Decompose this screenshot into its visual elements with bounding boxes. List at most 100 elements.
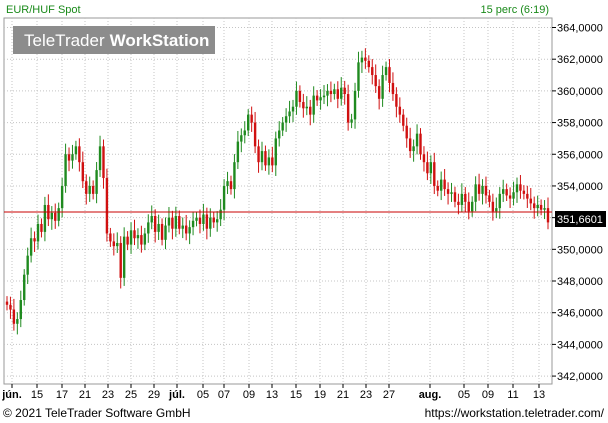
candle-body bbox=[209, 217, 212, 229]
candle-body bbox=[95, 170, 98, 194]
x-tick-label: 15 bbox=[290, 389, 302, 401]
teletrader-logo: TeleTrader WorkStation bbox=[13, 26, 215, 54]
candle-body bbox=[19, 300, 22, 320]
candle-body bbox=[502, 189, 505, 194]
candle-body bbox=[474, 184, 477, 202]
logo-bold-text: WorkStation bbox=[110, 31, 210, 50]
candle-body bbox=[539, 204, 543, 210]
candle-body bbox=[415, 133, 419, 147]
candle-body bbox=[171, 217, 174, 229]
candle-body bbox=[226, 181, 229, 186]
x-tick-label: 29 bbox=[148, 389, 160, 401]
candle-body bbox=[457, 201, 460, 205]
x-tick-label: 21 bbox=[337, 389, 349, 401]
copyright-text: © 2021 TeleTrader Software GmbH bbox=[3, 406, 191, 420]
candle-body bbox=[112, 241, 116, 247]
candle-body bbox=[74, 146, 78, 155]
candle-body bbox=[36, 223, 40, 242]
candle-body bbox=[243, 130, 246, 136]
candle-body bbox=[350, 119, 353, 123]
candle-body bbox=[470, 201, 474, 212]
last-price-tag: 351,6601 bbox=[555, 211, 606, 227]
candle-body bbox=[439, 179, 443, 191]
x-tick-label: 23 bbox=[102, 389, 114, 401]
candle-body bbox=[302, 101, 305, 109]
candle-body bbox=[412, 146, 415, 152]
candle-body bbox=[5, 301, 9, 305]
price-chart: 342,0000 344,0000 346,0000 348,0000 350,0000… bbox=[0, 0, 608, 405]
candle-body bbox=[519, 184, 522, 191]
candle-body bbox=[526, 193, 529, 199]
candle-body bbox=[105, 178, 109, 234]
candle-body bbox=[291, 106, 295, 112]
candle-body bbox=[102, 146, 105, 179]
candle-body bbox=[326, 90, 329, 96]
candle-body bbox=[129, 230, 133, 245]
candle-body bbox=[391, 82, 395, 95]
x-tick-label: aug. bbox=[419, 389, 442, 401]
candle-body bbox=[195, 217, 198, 221]
candle-body bbox=[433, 162, 436, 186]
candle-body bbox=[426, 162, 429, 174]
candle-body bbox=[329, 90, 333, 95]
candle-body bbox=[319, 97, 322, 101]
candle-body bbox=[191, 220, 195, 228]
candle-body bbox=[126, 236, 129, 245]
candle-body bbox=[181, 225, 184, 229]
candle-body bbox=[405, 125, 408, 139]
candle-body bbox=[71, 154, 74, 161]
candle-body bbox=[346, 94, 350, 123]
candle-body bbox=[57, 208, 60, 221]
candle-body bbox=[143, 233, 147, 245]
candle-body bbox=[464, 193, 467, 202]
candle-body bbox=[50, 212, 53, 220]
source-url: https://workstation.teletrader.com/ bbox=[424, 406, 604, 420]
candle-body bbox=[381, 75, 384, 99]
y-tick-label: 346,0000 bbox=[557, 308, 603, 320]
candle-body bbox=[116, 242, 119, 247]
candle-body bbox=[250, 114, 253, 123]
candle-body bbox=[288, 111, 291, 117]
x-tick-label: 05 bbox=[458, 389, 470, 401]
candle-body bbox=[495, 208, 498, 212]
candle-body bbox=[257, 146, 260, 163]
candle-body bbox=[267, 157, 271, 166]
x-tick-label: 17 bbox=[56, 389, 68, 401]
candle-body bbox=[150, 216, 153, 223]
candle bbox=[105, 168, 109, 242]
x-tick-label: 15 bbox=[31, 389, 43, 401]
candle-body bbox=[388, 67, 391, 83]
candle-body bbox=[450, 192, 453, 194]
candle-body bbox=[353, 90, 357, 120]
candle-body bbox=[40, 223, 43, 232]
candle-body bbox=[278, 130, 281, 139]
candle-body bbox=[508, 195, 512, 199]
x-tick-label: 05 bbox=[197, 389, 209, 401]
candle-body bbox=[236, 141, 240, 163]
candle-body bbox=[64, 154, 67, 186]
candle-body bbox=[298, 90, 302, 102]
candle-body bbox=[284, 116, 288, 123]
x-tick-label: 09 bbox=[482, 389, 494, 401]
candle-body bbox=[81, 162, 85, 182]
candle-body bbox=[247, 114, 250, 131]
candle-body bbox=[88, 185, 91, 194]
candle-body bbox=[360, 57, 364, 63]
candle-body bbox=[443, 179, 446, 190]
candle-body bbox=[315, 95, 319, 101]
candle-body bbox=[212, 217, 215, 223]
candle-body bbox=[140, 235, 143, 245]
x-tick-label: 23 bbox=[360, 389, 372, 401]
candle-body bbox=[253, 122, 257, 147]
candle-body bbox=[333, 89, 336, 95]
candle-body bbox=[515, 184, 519, 193]
y-tick-label: 348,0000 bbox=[557, 276, 603, 288]
y-tick-label: 364,0000 bbox=[557, 23, 603, 35]
candle-body bbox=[377, 86, 381, 99]
candle-body bbox=[215, 219, 219, 223]
candle-body bbox=[446, 189, 450, 194]
candle-body bbox=[260, 151, 264, 163]
candle-body bbox=[481, 185, 484, 194]
logo-light-text: TeleTrader bbox=[24, 31, 105, 50]
candle-body bbox=[153, 216, 157, 232]
